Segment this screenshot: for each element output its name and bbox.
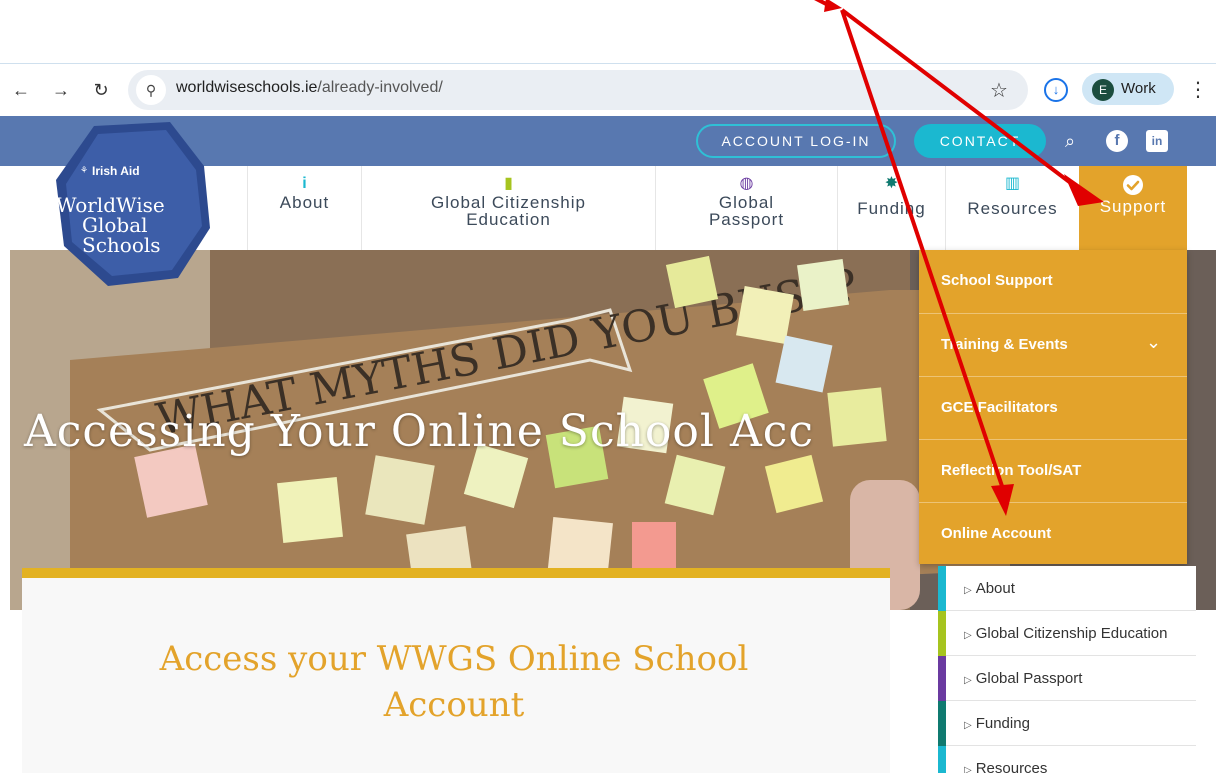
back-arrow-icon[interactable]: ← — [8, 77, 34, 103]
contact-button[interactable]: CONTACT — [914, 124, 1046, 158]
kebab-menu-icon[interactable]: ⋮ — [1188, 77, 1208, 102]
star-icon[interactable]: ☆ — [990, 78, 1008, 103]
menu-item-gce-facilitators[interactable]: GCE Facilitators — [919, 376, 1187, 438]
linkedin-icon[interactable]: in — [1146, 130, 1168, 152]
menu-item-reflection-tool[interactable]: Reflection Tool/SAT — [919, 439, 1187, 501]
nav-label: Resources — [967, 199, 1058, 218]
nav-item-global-citizenship-education[interactable]: ▮ Global Citizenship Education — [361, 166, 655, 250]
sidebar-color-bar — [938, 566, 946, 611]
book-icon: ▮ — [504, 175, 513, 192]
browser-tab-strip — [0, 0, 1216, 64]
reload-icon[interactable]: ↻ — [88, 77, 114, 103]
url-text[interactable]: worldwiseschools.ie/already-involved/ — [176, 79, 443, 97]
info-icon: i — [302, 175, 307, 192]
sidebar-item-resources[interactable]: ▷ Resources — [938, 746, 1196, 773]
logo-line3: Schools — [82, 233, 161, 257]
books-icon: ▥ — [1004, 175, 1021, 192]
harp-icon: ⚘ — [80, 165, 88, 175]
sidebar-item-label: Funding — [975, 715, 1030, 732]
logo-agency: Irish Aid — [92, 164, 140, 178]
nav-item-global-passport[interactable]: ◍ Global Passport — [655, 166, 837, 250]
nav-item-resources[interactable]: ▥ Resources — [945, 166, 1079, 250]
sidebar-color-bar — [938, 746, 946, 773]
site-info-icon[interactable]: ⚲ — [136, 75, 166, 105]
nav-label-line2: Education — [466, 210, 551, 229]
check-circle-icon — [1079, 174, 1187, 195]
nav-label-line1: Global — [718, 193, 775, 212]
sidebar-item-funding[interactable]: ▷ Funding — [938, 701, 1196, 746]
triangle-right-icon: ▷ — [964, 585, 972, 596]
sidebar-item-label: About — [975, 580, 1015, 597]
content-heading: Access your WWGS Online School Account — [159, 639, 749, 725]
avatar[interactable]: E — [1092, 79, 1114, 101]
page-title: Accessing Your Online School Acc — [24, 406, 815, 457]
globe-icon: ◍ — [739, 175, 754, 192]
nav-label: About — [279, 193, 330, 212]
sidebar-item-global-passport[interactable]: ▷ Global Passport — [938, 656, 1196, 701]
card-accent-bar — [22, 568, 890, 578]
sidebar-color-bar — [938, 611, 946, 656]
search-icon[interactable]: ⌕ — [1058, 129, 1082, 153]
sidebar-color-bar — [938, 701, 946, 746]
triangle-right-icon: ▷ — [964, 675, 972, 686]
account-login-button[interactable]: ACCOUNT LOG-IN — [696, 124, 896, 158]
url-domain: worldwiseschools.ie — [176, 79, 318, 96]
menu-item-online-account[interactable]: Online Account — [919, 502, 1187, 564]
chevron-down-icon[interactable]: ⌄ — [1146, 332, 1161, 353]
sidebar-item-label: Global Citizenship Education — [975, 625, 1168, 642]
triangle-right-icon: ▷ — [964, 765, 972, 773]
sidebar-color-bar — [938, 656, 946, 701]
nav-label-line1: Global Citizenship — [430, 193, 586, 212]
nav-item-support[interactable]: Support — [1079, 166, 1187, 250]
menu-item-school-support[interactable]: School Support — [919, 250, 1187, 312]
sidebar-item-label: Global Passport — [975, 670, 1083, 687]
sidebar-item-label: Resources — [975, 760, 1048, 773]
sidebar-item-about[interactable]: ▷ About — [938, 566, 1196, 611]
nav-item-funding[interactable]: ✸ Funding — [837, 166, 945, 250]
forward-arrow-icon[interactable]: → — [48, 77, 74, 103]
facebook-icon[interactable]: f — [1106, 130, 1128, 152]
worldwise-logo[interactable]: ⚘ Irish Aid WorldWise Global Schools — [52, 118, 212, 288]
nav-label-line2: Passport — [708, 210, 785, 229]
download-icon[interactable]: ↓ — [1044, 78, 1068, 102]
triangle-right-icon: ▷ — [964, 630, 972, 641]
profile-name[interactable]: Work — [1121, 80, 1156, 97]
nav-item-about[interactable]: i About — [247, 166, 361, 250]
sidebar-item-global-citizenship-education[interactable]: ▷ Global Citizenship Education — [938, 611, 1196, 656]
nav-label: Funding — [857, 199, 926, 218]
url-path: /already-involved/ — [317, 79, 443, 96]
gear-icon: ✸ — [884, 175, 899, 192]
triangle-right-icon: ▷ — [964, 720, 972, 731]
nav-label: Support — [1099, 197, 1167, 216]
